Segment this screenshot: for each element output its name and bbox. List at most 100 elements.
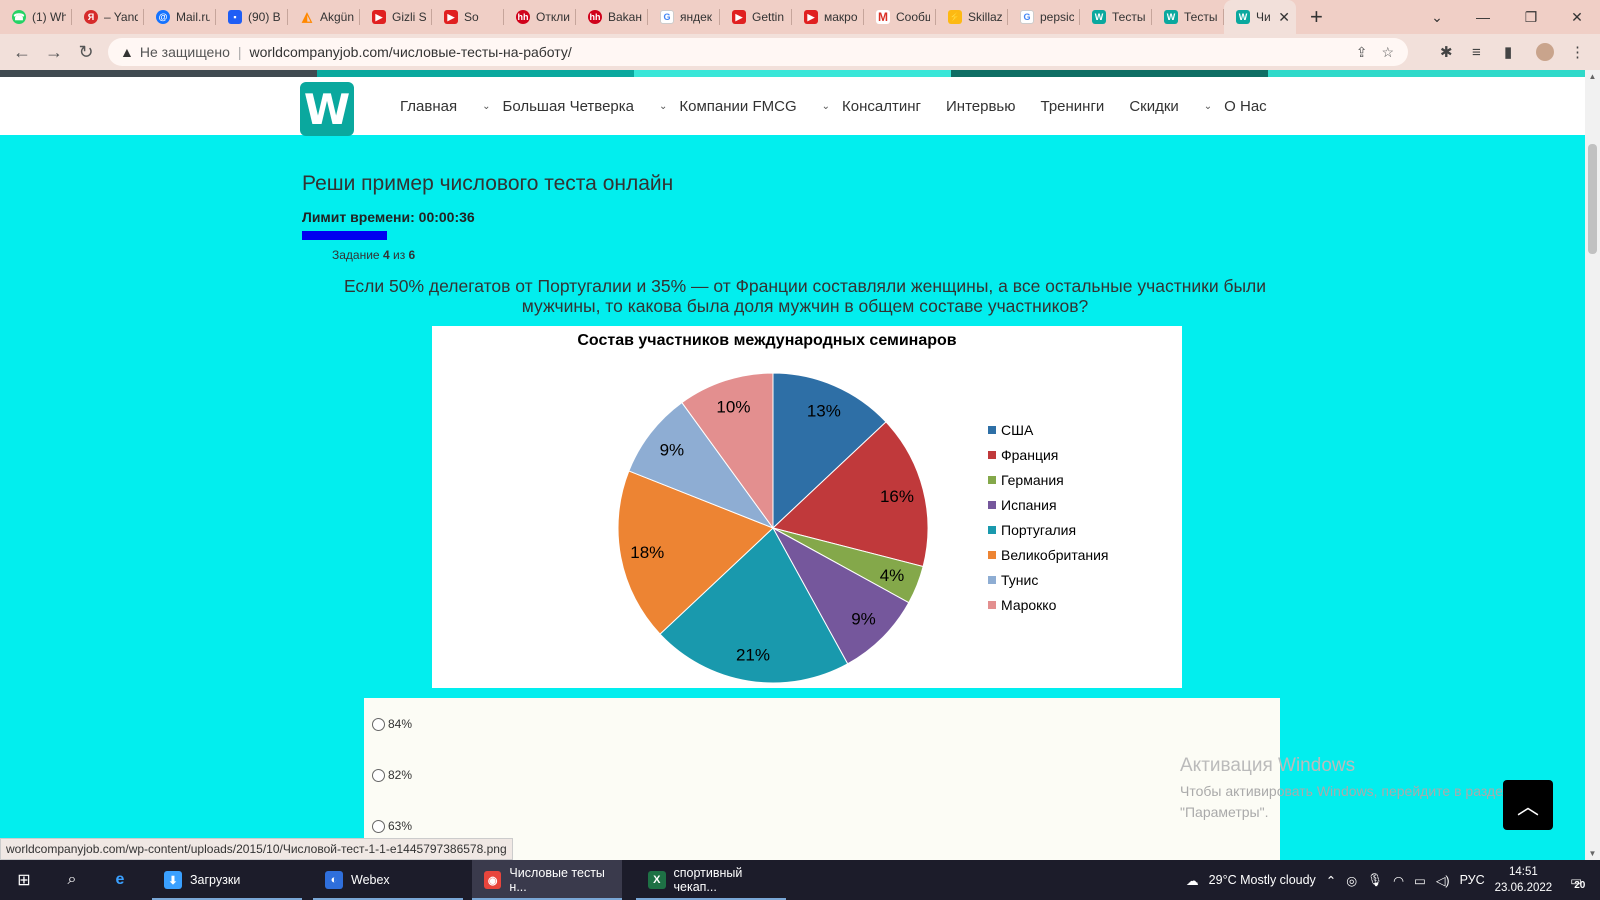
back-icon[interactable]: ←	[6, 36, 38, 68]
browser-tab[interactable]: ☎ (1) Wh	[0, 0, 72, 34]
answer-label[interactable]: 84%	[388, 717, 412, 731]
browser-tab[interactable]: hh Откли	[504, 0, 576, 34]
cloud-icon[interactable]: ☁	[1186, 873, 1199, 888]
menu-item[interactable]: ⌄ Большая Четверка	[482, 98, 634, 115]
browser-tab[interactable]: ▶ Gizli S	[360, 0, 432, 34]
weather-text[interactable]: 29°C Mostly cloudy	[1209, 873, 1316, 887]
browser-tab[interactable]: Я – Yand	[72, 0, 144, 34]
browser-tab[interactable]: @ Mail.ru	[144, 0, 216, 34]
scroll-down-icon[interactable]: ▼	[1585, 849, 1600, 858]
clock[interactable]: 14:51 23.06.2022	[1495, 864, 1553, 896]
browser-tab[interactable]: M Сообщ	[864, 0, 936, 34]
microphone-icon[interactable]: 🎙	[1367, 873, 1383, 888]
browser-tab[interactable]: ▪ (90) B	[216, 0, 288, 34]
clock-time[interactable]: 14:51	[1495, 864, 1553, 880]
security-label[interactable]: Не защищено	[140, 44, 230, 60]
menu-item[interactable]: ⌄ О Нас	[1204, 98, 1267, 115]
menu-item-label[interactable]: Большая Четверка	[502, 98, 634, 115]
extensions-icon[interactable]: ✱	[1440, 38, 1453, 66]
chevron-down-icon[interactable]: ⌄	[822, 101, 830, 112]
scroll-up-icon[interactable]: ▲	[1585, 72, 1600, 81]
minimize-icon[interactable]: —	[1460, 0, 1506, 34]
internet-explorer-icon[interactable]: e	[96, 860, 144, 900]
menu-icon[interactable]: ⋮	[1570, 38, 1585, 66]
language-indicator[interactable]: РУС	[1460, 873, 1485, 887]
browser-tab[interactable]: hh Ваkан	[576, 0, 648, 34]
browser-tab[interactable]: W Тесты	[1080, 0, 1152, 34]
reload-icon[interactable]: ↻	[70, 36, 102, 68]
answer-option[interactable]: 84%	[372, 717, 412, 731]
menu-item[interactable]: Скидки	[1129, 98, 1178, 115]
menu-item-label[interactable]: Скидки	[1129, 98, 1178, 115]
reading-list-icon[interactable]: ≡	[1472, 38, 1481, 66]
windows-start-icon[interactable]: ⊞	[0, 860, 48, 900]
taskbar-app[interactable]: ⬇ Загрузки	[152, 860, 302, 900]
webex-icon[interactable]: ◐	[325, 871, 343, 889]
chevron-up-icon[interactable]: ︿	[1517, 789, 1539, 821]
menu-item-label[interactable]: О Нас	[1224, 98, 1267, 115]
site-logo[interactable]: W	[300, 82, 354, 136]
answer-option[interactable]: 63%	[372, 819, 412, 833]
url-text[interactable]: worldcompanyjob.com/числовые-тесты-на-ра…	[250, 44, 572, 60]
browser-tab[interactable]: Gpepsic	[1008, 0, 1080, 34]
menu-item[interactable]: Интервью	[946, 98, 1016, 115]
bookmark-star-icon[interactable]: ☆	[1381, 44, 1394, 61]
browser-tab[interactable]: ◭ Akgün	[288, 0, 360, 34]
menu-item-label[interactable]: Тренинги	[1041, 98, 1105, 115]
menu-item-label[interactable]: Консалтинг	[842, 98, 921, 115]
chevron-down-icon[interactable]: ⌄	[1204, 101, 1212, 112]
tray-chevron-icon[interactable]: ⌃	[1326, 873, 1336, 888]
wifi-icon[interactable]: ◠	[1393, 873, 1404, 888]
answer-option[interactable]: 82%	[372, 768, 412, 782]
page-scrollbar[interactable]: ▲ ▼	[1585, 70, 1600, 860]
browser-tab[interactable]: ▶ So	[432, 0, 504, 34]
tray-app-icon[interactable]: ◎	[1346, 873, 1357, 888]
menu-item-label[interactable]: Компании FMCG	[679, 98, 796, 115]
browser-tab[interactable]: ▶ макро	[792, 0, 864, 34]
profile-avatar[interactable]	[1536, 43, 1554, 61]
excel-icon[interactable]: X	[648, 871, 666, 889]
warning-icon[interactable]: ▲	[120, 44, 134, 60]
taskbar-app[interactable]: Xспортивный чекап...	[636, 860, 786, 900]
close-tab-icon[interactable]: ✕	[1278, 9, 1290, 26]
menu-item[interactable]: ⌄ Компании FMCG	[659, 98, 797, 115]
browser-tab[interactable]: ⚡ Skillaz	[936, 0, 1008, 34]
close-window-icon[interactable]: ✕	[1554, 0, 1600, 34]
back-to-top-button[interactable]: ︿	[1503, 780, 1553, 830]
share-icon[interactable]: ⇪	[1356, 44, 1368, 61]
answer-radio[interactable]	[372, 819, 385, 833]
taskbar-app-label[interactable]: Загрузки	[190, 873, 240, 887]
answer-label[interactable]: 82%	[388, 768, 412, 782]
taskbar-app-label[interactable]: Webex	[351, 873, 390, 887]
new-tab-button[interactable]: +	[1310, 4, 1332, 30]
restore-icon[interactable]: ❐	[1508, 0, 1554, 34]
menu-item-label[interactable]: Главная	[400, 98, 457, 115]
taskbar-search-icon[interactable]: ⌕	[48, 860, 96, 900]
volume-icon[interactable]: ◁)	[1436, 873, 1450, 888]
logo-letter[interactable]: W	[304, 85, 350, 134]
notification-icon[interactable]: ▭ 20	[1570, 873, 1585, 891]
battery-icon[interactable]: ▭	[1414, 873, 1426, 888]
url-field[interactable]: ▲ Не защищено | worldcompanyjob.com/числ…	[108, 38, 1408, 66]
answer-radio[interactable]	[372, 717, 385, 731]
chevron-down-icon[interactable]: ⌄	[659, 101, 667, 112]
menu-item-label[interactable]: Интервью	[946, 98, 1016, 115]
taskbar-app-label[interactable]: спортивный чекап...	[674, 866, 787, 894]
forward-icon[interactable]: →	[38, 36, 70, 68]
scrollbar-thumb[interactable]	[1588, 144, 1597, 254]
clock-date[interactable]: 23.06.2022	[1495, 880, 1553, 896]
chrome-icon[interactable]: ◉	[484, 871, 502, 889]
answer-label[interactable]: 63%	[388, 819, 412, 833]
taskbar-app[interactable]: ◐ Webex	[313, 860, 463, 900]
browser-tab[interactable]: ▶ Gettin	[720, 0, 792, 34]
menu-item[interactable]: Тренинги	[1041, 98, 1105, 115]
taskbar-app-label[interactable]: Числовые тесты н...	[509, 866, 622, 894]
chevron-down-icon[interactable]: ⌄	[482, 101, 490, 112]
browser-tab[interactable]: Gяндек	[648, 0, 720, 34]
browser-tab[interactable]: W Тесты	[1152, 0, 1224, 34]
notification-count[interactable]: 20	[1574, 880, 1585, 891]
taskbar-app[interactable]: ◉ Числовые тесты н...	[472, 860, 622, 900]
menu-item[interactable]: ⌄ Консалтинг	[822, 98, 921, 115]
tab-search-icon[interactable]: ⌄	[1414, 0, 1460, 34]
browser-tab[interactable]: W Чи ✕	[1224, 0, 1296, 34]
